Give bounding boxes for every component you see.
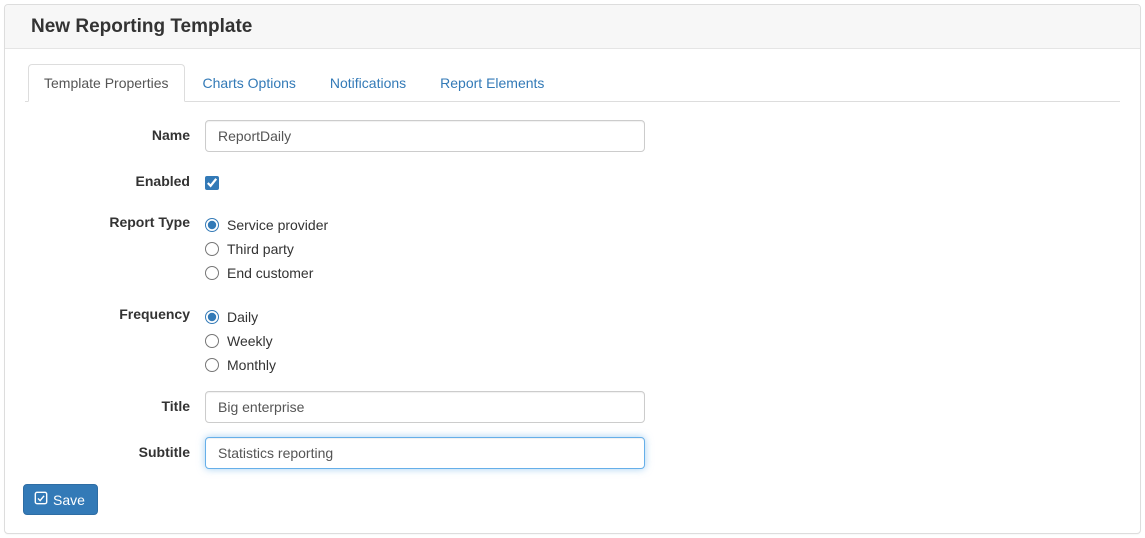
radio-input-third-party[interactable]: [205, 242, 219, 256]
row-title: Title: [25, 391, 1120, 423]
radio-input-monthly[interactable]: [205, 358, 219, 372]
save-button[interactable]: Save: [23, 484, 98, 515]
name-input[interactable]: [205, 120, 645, 152]
row-name: Name: [25, 120, 1120, 152]
form: Name Enabled Report Type Service provide…: [25, 102, 1120, 469]
row-subtitle: Subtitle: [25, 437, 1120, 469]
radio-input-weekly[interactable]: [205, 334, 219, 348]
label-subtitle: Subtitle: [25, 437, 205, 460]
radio-third-party[interactable]: Third party: [205, 237, 328, 261]
radio-label-weekly: Weekly: [227, 333, 273, 349]
row-report-type: Report Type Service provider Third party…: [25, 207, 1120, 285]
radio-weekly[interactable]: Weekly: [205, 329, 276, 353]
label-name: Name: [25, 120, 205, 143]
radio-label-daily: Daily: [227, 309, 258, 325]
tab-report-elements[interactable]: Report Elements: [424, 64, 560, 102]
panel-header: New Reporting Template: [5, 5, 1140, 49]
radio-service-provider[interactable]: Service provider: [205, 213, 328, 237]
tab-template-properties[interactable]: Template Properties: [28, 64, 185, 102]
title-input[interactable]: [205, 391, 645, 423]
subtitle-input[interactable]: [205, 437, 645, 469]
radio-input-service-provider[interactable]: [205, 218, 219, 232]
radio-input-end-customer[interactable]: [205, 266, 219, 280]
radio-label-third-party: Third party: [227, 241, 294, 257]
panel-body: Template Properties Charts Options Notif…: [5, 49, 1140, 498]
radio-end-customer[interactable]: End customer: [205, 261, 328, 285]
label-frequency: Frequency: [25, 299, 205, 322]
radio-label-service-provider: Service provider: [227, 217, 328, 233]
radio-label-end-customer: End customer: [227, 265, 313, 281]
label-title: Title: [25, 391, 205, 414]
radio-monthly[interactable]: Monthly: [205, 353, 276, 377]
label-enabled: Enabled: [25, 166, 205, 189]
tabs: Template Properties Charts Options Notif…: [25, 64, 1120, 102]
tab-notifications[interactable]: Notifications: [314, 64, 422, 102]
radio-label-monthly: Monthly: [227, 357, 276, 373]
page-title: New Reporting Template: [31, 16, 1125, 38]
check-square-icon: [34, 491, 48, 508]
row-frequency: Frequency Daily Weekly Monthly: [25, 299, 1120, 377]
enabled-checkbox[interactable]: [205, 176, 219, 190]
radio-daily[interactable]: Daily: [205, 305, 276, 329]
radio-input-daily[interactable]: [205, 310, 219, 324]
tab-charts-options[interactable]: Charts Options: [187, 64, 312, 102]
save-button-label: Save: [53, 492, 85, 508]
label-report-type: Report Type: [25, 207, 205, 230]
panel: New Reporting Template Template Properti…: [4, 4, 1141, 534]
row-enabled: Enabled: [25, 166, 1120, 193]
